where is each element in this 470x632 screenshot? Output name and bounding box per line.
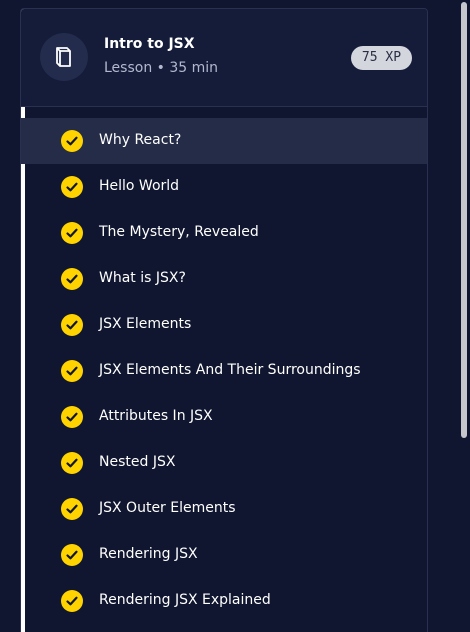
- list-item-label: Why React?: [99, 132, 182, 148]
- check-icon: [61, 222, 83, 244]
- lesson-header[interactable]: Intro to JSX Lesson • 35 min 75 XP: [21, 9, 427, 107]
- check-icon: [61, 590, 83, 612]
- list-item-what-is-jsx[interactable]: What is JSX?: [21, 256, 427, 302]
- list-item-nested-jsx[interactable]: Nested JSX: [21, 440, 427, 486]
- list-item-attributes-in-jsx[interactable]: Attributes In JSX: [21, 394, 427, 440]
- check-icon: [61, 544, 83, 566]
- check-icon: [61, 130, 83, 152]
- page: Intro to JSX Lesson • 35 min 75 XP Why R…: [0, 0, 470, 632]
- list-item-jsx-surroundings[interactable]: JSX Elements And Their Surroundings: [21, 348, 427, 394]
- scrollbar[interactable]: [458, 0, 470, 632]
- list-item-rendering-jsx-explained[interactable]: Rendering JSX Explained: [21, 578, 427, 624]
- list-item-hello-world[interactable]: Hello World: [21, 164, 427, 210]
- check-icon: [61, 406, 83, 428]
- check-icon: [61, 498, 83, 520]
- check-icon: [61, 360, 83, 382]
- list-item-label: Rendering JSX Explained: [99, 592, 271, 608]
- xp-badge: 75 XP: [351, 46, 412, 70]
- list-item-label: JSX Elements: [99, 316, 192, 332]
- book-icon: [40, 33, 88, 81]
- lesson-card: Intro to JSX Lesson • 35 min 75 XP Why R…: [20, 8, 428, 632]
- list-item-label: Nested JSX: [99, 454, 176, 470]
- lesson-item-list: Why React? Hello World The Mystery, Reve…: [21, 118, 427, 624]
- list-item-label: The Mystery, Revealed: [99, 224, 259, 240]
- list-item-label: JSX Elements And Their Surroundings: [99, 362, 361, 378]
- check-icon: [61, 452, 83, 474]
- list-item-label: Hello World: [99, 178, 180, 194]
- list-item-jsx-elements[interactable]: JSX Elements: [21, 302, 427, 348]
- list-item-mystery-revealed[interactable]: The Mystery, Revealed: [21, 210, 427, 256]
- list-item-jsx-outer-elements[interactable]: JSX Outer Elements: [21, 486, 427, 532]
- check-icon: [61, 268, 83, 290]
- list-item-label: Rendering JSX: [99, 546, 198, 562]
- lesson-subtitle: Lesson • 35 min: [104, 60, 219, 76]
- check-icon: [61, 176, 83, 198]
- check-icon: [61, 314, 83, 336]
- list-item-rendering-jsx[interactable]: Rendering JSX: [21, 532, 427, 578]
- lesson-title: Intro to JSX: [104, 36, 195, 52]
- list-item-label: Attributes In JSX: [99, 408, 213, 424]
- list-item-label: What is JSX?: [99, 270, 186, 286]
- scrollbar-thumb[interactable]: [461, 2, 467, 438]
- list-item-why-react[interactable]: Why React?: [21, 118, 427, 164]
- list-item-label: JSX Outer Elements: [99, 500, 236, 516]
